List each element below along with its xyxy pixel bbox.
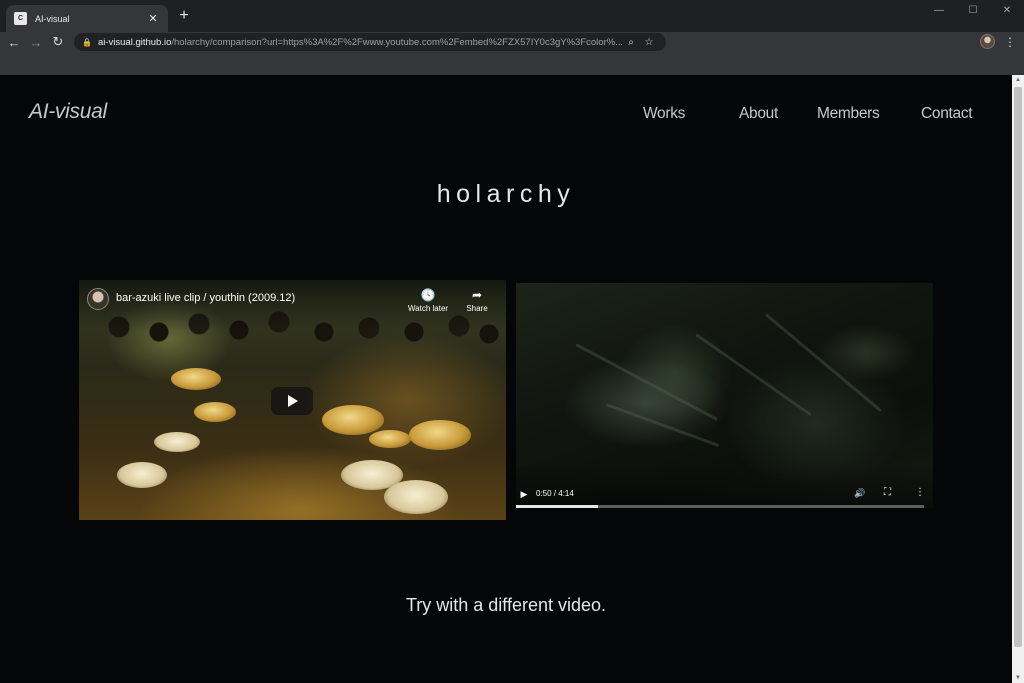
play-icon: [288, 395, 298, 407]
scroll-down-icon[interactable]: ▼: [1012, 673, 1024, 683]
youtube-embed[interactable]: bar-azuki live clip / youthin (2009.12) …: [79, 280, 506, 520]
maximize-icon[interactable]: ☐: [956, 0, 990, 20]
video-time: 0:50 / 4:14: [536, 489, 574, 498]
browser-tab[interactable]: C AI-visual ✕: [6, 5, 168, 32]
watch-later-label: Watch later: [407, 304, 449, 313]
more-options-icon[interactable]: ⋮: [915, 487, 925, 498]
address-bar[interactable]: 🔒 ai-visual.github.io/holarchy/compariso…: [74, 33, 666, 51]
tab-close-icon[interactable]: ✕: [146, 12, 160, 25]
try-different-video-link[interactable]: Try with a different video.: [0, 595, 1012, 616]
motion-streak: [575, 343, 718, 421]
site-favicon-icon: C: [14, 12, 27, 25]
clock-icon: 🕓: [420, 288, 436, 302]
zoom-search-icon[interactable]: ⌕: [622, 37, 640, 48]
minimize-icon[interactable]: —: [922, 0, 956, 20]
nav-members[interactable]: Members: [817, 105, 880, 123]
new-tab-button[interactable]: +: [176, 8, 192, 24]
browser-menu-icon[interactable]: ⋮: [1004, 34, 1016, 50]
cymbal-shape: [369, 430, 411, 448]
share-button[interactable]: ➦ Share: [455, 288, 499, 313]
main-nav: Works About Members Contact: [0, 105, 1012, 125]
drum-shape: [384, 480, 448, 514]
drum-shape: [154, 432, 200, 452]
channel-avatar[interactable]: [87, 288, 109, 310]
youtube-play-button[interactable]: [271, 387, 313, 415]
nav-works[interactable]: Works: [643, 105, 685, 123]
motion-streak: [695, 333, 812, 417]
video-play-icon[interactable]: ▶: [518, 488, 530, 500]
back-icon[interactable]: ←: [3, 32, 25, 52]
page-title: holarchy: [436, 180, 576, 208]
video-progress-fill: [516, 505, 598, 508]
page-viewport: AI-visual Works About Members Contact ho…: [0, 75, 1012, 683]
browser-tab-bar: C AI-visual ✕ + — ☐ ✕: [0, 0, 1024, 32]
window-controls: — ☐ ✕: [922, 0, 1024, 20]
drum-shape: [117, 462, 167, 488]
processed-video-player[interactable]: ▶ 0:50 / 4:14 🔊 ⛶ ⋮: [516, 283, 933, 508]
scroll-up-icon[interactable]: ▲: [1012, 75, 1024, 85]
nav-about[interactable]: About: [739, 105, 778, 123]
profile-avatar[interactable]: [980, 34, 995, 49]
url-path: /holarchy/comparison?url=https%3A%2F%2Fw…: [171, 36, 622, 48]
browser-toolbar: ← → ↻ 🔒 ai-visual.github.io/holarchy/com…: [0, 32, 1024, 52]
url-host: ai-visual.github.io: [97, 36, 172, 48]
close-window-icon[interactable]: ✕: [990, 0, 1024, 20]
volume-icon[interactable]: 🔊: [854, 488, 865, 499]
tab-title: AI-visual: [35, 13, 70, 24]
cymbal-shape: [194, 402, 236, 422]
reload-icon[interactable]: ↻: [47, 32, 69, 52]
scrollbar-thumb[interactable]: [1014, 87, 1022, 647]
url-text[interactable]: ai-visual.github.io/holarchy/comparison?…: [98, 37, 622, 48]
cymbal-shape: [409, 420, 471, 450]
share-arrow-icon: ➦: [471, 288, 483, 302]
watch-later-button[interactable]: 🕓 Watch later: [406, 288, 450, 313]
cymbal-shape: [171, 368, 221, 390]
cymbal-shape: [322, 405, 384, 435]
lock-icon: 🔒: [82, 37, 92, 47]
youtube-video-title[interactable]: bar-azuki live clip / youthin (2009.12): [116, 292, 295, 304]
fullscreen-icon[interactable]: ⛶: [884, 487, 891, 498]
bookmark-star-icon[interactable]: ☆: [640, 37, 658, 48]
video-progress-bar[interactable]: [516, 505, 924, 508]
nav-contact[interactable]: Contact: [921, 105, 973, 123]
page-scrollbar[interactable]: ▲ ▼: [1012, 75, 1024, 683]
video-controls: [516, 464, 933, 508]
share-label: Share: [466, 304, 488, 313]
toolbar-strip: [0, 52, 1024, 75]
forward-icon[interactable]: →: [25, 32, 47, 52]
